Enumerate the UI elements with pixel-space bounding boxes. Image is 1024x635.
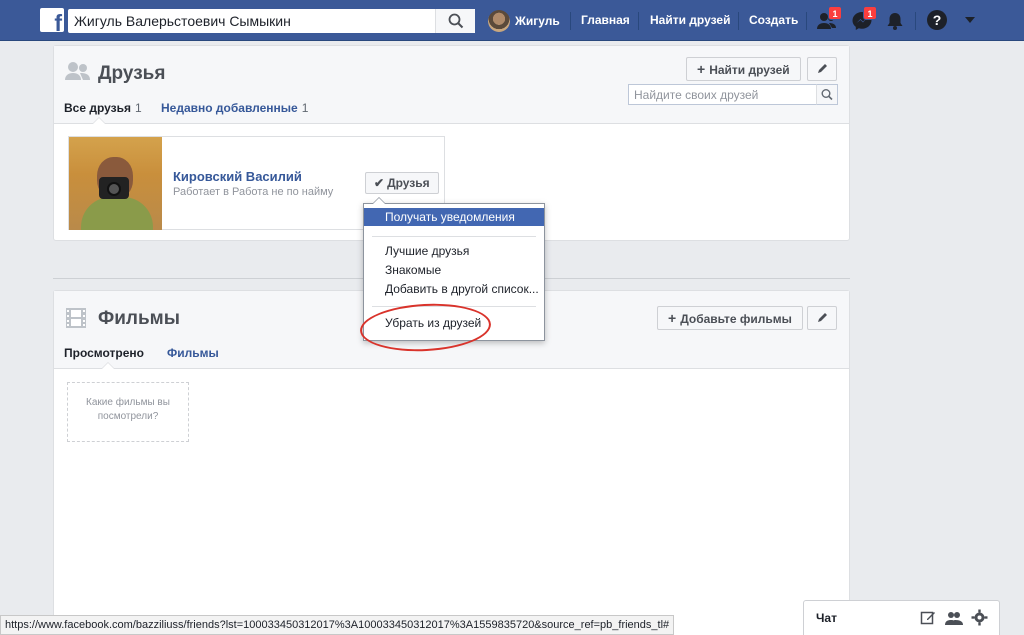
menu-item-acquaintances[interactable]: Знакомые xyxy=(364,261,544,279)
facebook-logo-icon[interactable]: f xyxy=(40,8,64,32)
create-link[interactable]: Создать xyxy=(749,13,798,27)
edit-friends-button[interactable] xyxy=(807,57,837,81)
movies-title: Фильмы xyxy=(98,308,180,329)
friend-photo[interactable] xyxy=(69,137,162,230)
find-friends-button-label: Найти друзей xyxy=(709,63,790,77)
checkmark-icon: ✔ xyxy=(374,176,385,190)
friend-name-link[interactable]: Кировский Василий xyxy=(173,169,302,184)
nav-divider xyxy=(570,12,571,30)
friend-workplace: Работает в Работа не по найму xyxy=(173,186,334,198)
messages-badge: 1 xyxy=(863,6,877,20)
friends-status-button[interactable]: ✔ Друзья xyxy=(365,172,439,194)
avatar xyxy=(488,10,510,32)
nav-divider xyxy=(915,12,916,30)
nav-divider xyxy=(738,12,739,30)
plus-icon: + xyxy=(668,310,677,326)
profile-link[interactable]: Жигуль xyxy=(488,10,560,32)
find-friends-button[interactable]: + Найти друзей xyxy=(686,57,801,81)
home-link[interactable]: Главная xyxy=(581,13,630,27)
search-input[interactable]: Жигуль Валерьстоевич Сымыкин xyxy=(68,9,475,33)
find-friends-search-button[interactable] xyxy=(816,84,838,105)
tab-recently-added-label: Недавно добавленные xyxy=(161,101,298,115)
menu-divider xyxy=(372,236,536,237)
search-button[interactable] xyxy=(435,9,475,33)
tab-all-friends[interactable]: Все друзья 1 xyxy=(64,101,142,115)
gear-icon[interactable] xyxy=(971,609,988,626)
friends-icon xyxy=(65,62,90,80)
menu-item-get-notifications[interactable]: Получать уведомления xyxy=(364,208,544,226)
search-icon xyxy=(821,88,833,101)
add-watched-movie-placeholder[interactable]: Какие фильмы вы посмотрели? xyxy=(67,382,189,442)
notifications-bell-icon[interactable] xyxy=(885,11,907,31)
pencil-icon xyxy=(818,313,827,322)
tab-recently-added[interactable]: Недавно добавленные 1 xyxy=(161,101,308,115)
film-icon xyxy=(66,308,86,328)
menu-item-add-to-list[interactable]: Добавить в другой список... xyxy=(364,280,544,298)
account-menu-caret-icon[interactable] xyxy=(965,17,975,23)
pencil-icon xyxy=(818,64,827,73)
tab-watched[interactable]: Просмотрено xyxy=(64,346,144,360)
tab-all-friends-count: 1 xyxy=(135,101,142,115)
tab-pointer xyxy=(92,117,106,124)
plus-icon: + xyxy=(697,61,706,77)
tab-recently-added-count: 1 xyxy=(301,101,309,115)
chat-label: Чат xyxy=(816,611,837,625)
friend-requests-badge: 1 xyxy=(828,6,842,20)
add-movies-button-label: Добавьте фильмы xyxy=(680,312,792,326)
nav-divider xyxy=(806,12,807,30)
search-icon xyxy=(448,13,464,29)
tab-movies[interactable]: Фильмы xyxy=(167,346,219,360)
dropdown-arrow xyxy=(372,197,386,204)
find-friends-link[interactable]: Найти друзей xyxy=(650,13,730,27)
edit-movies-button[interactable] xyxy=(807,306,837,330)
friends-status-label: Друзья xyxy=(387,176,430,190)
tab-pointer xyxy=(101,362,115,369)
profile-name: Жигуль xyxy=(515,14,560,28)
help-icon[interactable]: ? xyxy=(927,10,947,30)
friends-title: Друзья xyxy=(98,63,166,84)
tab-all-friends-label: Все друзья xyxy=(64,101,131,115)
add-movies-button[interactable]: + Добавьте фильмы xyxy=(657,306,803,330)
find-friends-search-input[interactable]: Найдите своих друзей xyxy=(628,84,838,105)
nav-divider xyxy=(638,12,639,30)
link-status-bar: https://www.facebook.com/bazziliuss/frie… xyxy=(0,615,675,635)
compose-icon[interactable] xyxy=(920,610,936,626)
menu-item-close-friends[interactable]: Лучшие друзья xyxy=(364,242,544,260)
friends-header: Друзья + Найти друзей Все друзья 1 Недавно… xyxy=(54,46,849,124)
chat-bar[interactable]: Чат xyxy=(803,600,1000,635)
top-navigation-bar: f Жигуль Валерьстоевич Сымыкин Жигуль Гл… xyxy=(0,0,1024,41)
group-chat-icon[interactable] xyxy=(945,610,963,626)
